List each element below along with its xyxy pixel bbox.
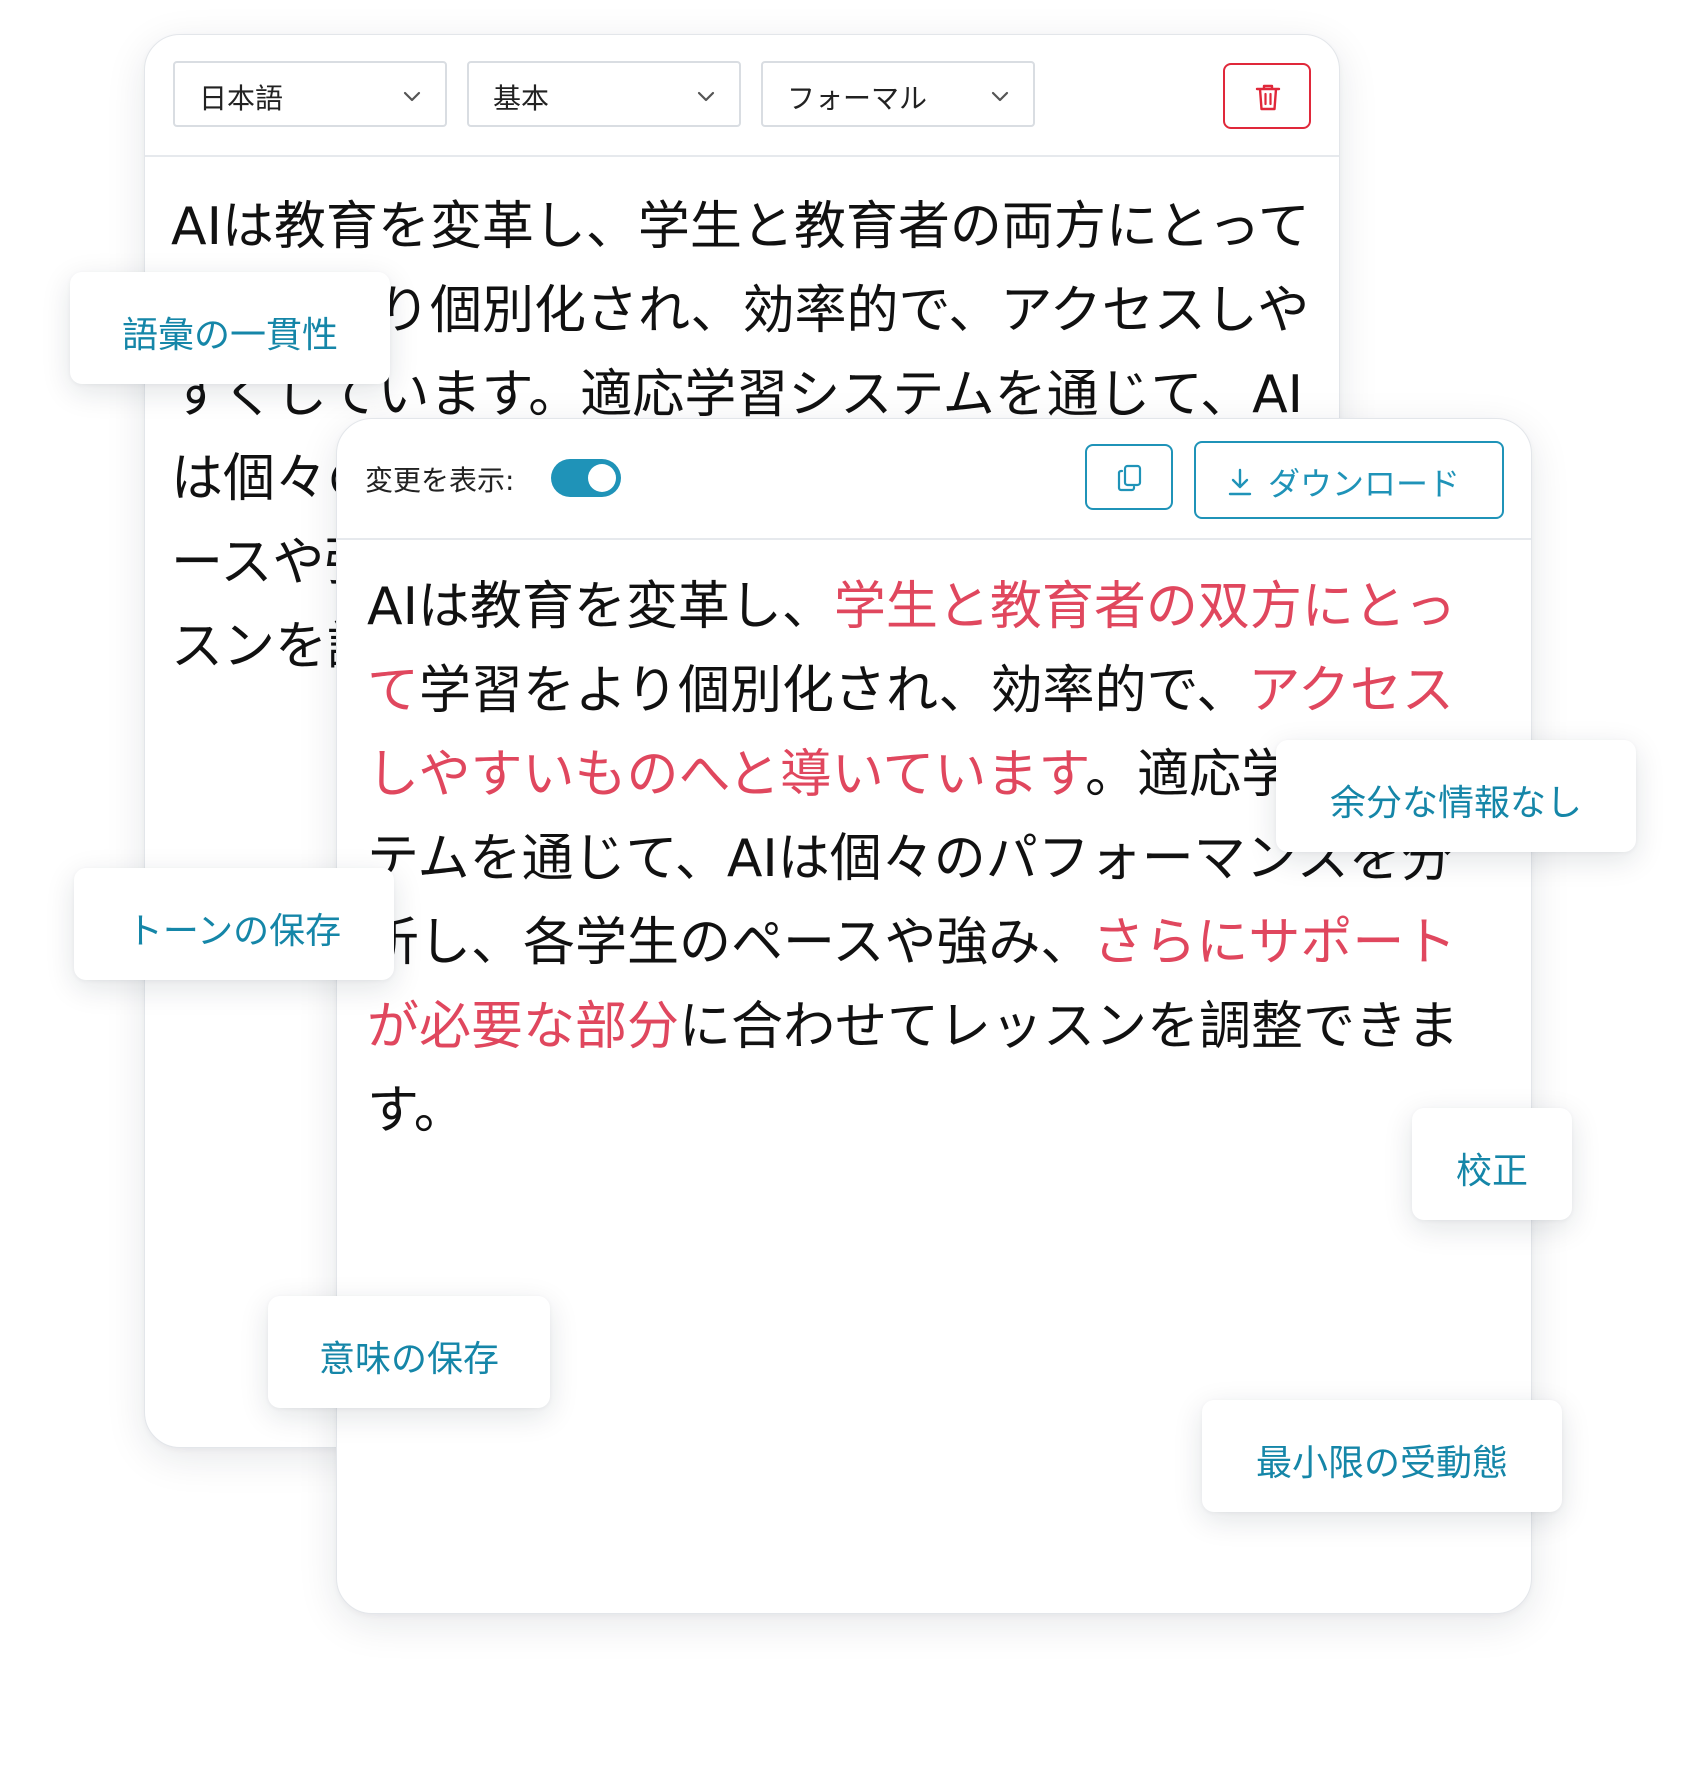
- language-select-value: 日本語: [199, 82, 284, 115]
- feature-chip-label: 最小限の受動態: [1255, 1443, 1508, 1484]
- delete-button[interactable]: [1223, 63, 1311, 129]
- mode-select[interactable]: 基本: [467, 61, 741, 127]
- toggle-knob: [588, 464, 616, 492]
- feature-chip-label: 校正: [1455, 1151, 1528, 1192]
- feature-chip-label: 意味の保存: [318, 1339, 499, 1380]
- result-segment: AIは教育を変革し、: [367, 577, 834, 637]
- feature-chip-passive: 最小限の受動態: [1202, 1400, 1562, 1512]
- chevron-down-icon: [403, 91, 421, 102]
- result-segment: 学習をより個別化され、効率的で、: [419, 661, 1249, 721]
- copy-icon: [1117, 464, 1142, 492]
- copy-button[interactable]: [1085, 444, 1173, 510]
- feature-chip-label: トーンの保存: [126, 911, 342, 952]
- language-select[interactable]: 日本語: [173, 61, 447, 127]
- download-icon: [1228, 468, 1252, 496]
- tone-select[interactable]: フォーマル: [761, 61, 1035, 127]
- show-changes-toggle[interactable]: [551, 459, 621, 497]
- result-toolbar: 変更を表示: ダウンロード: [337, 419, 1531, 540]
- feature-chip-no-extra: 余分な情報なし: [1276, 740, 1636, 852]
- mode-select-value: 基本: [493, 82, 550, 115]
- feature-chip-proofread: 校正: [1412, 1108, 1572, 1220]
- download-button[interactable]: ダウンロード: [1194, 441, 1504, 519]
- source-toolbar: 日本語 基本 フォーマル: [145, 35, 1339, 157]
- feature-chip-label: 余分な情報なし: [1329, 783, 1582, 824]
- show-changes-label: 変更を表示:: [365, 464, 515, 497]
- chevron-down-icon: [697, 91, 715, 102]
- trash-icon: [1255, 84, 1281, 111]
- chevron-down-icon: [991, 91, 1009, 102]
- download-label: ダウンロード: [1268, 465, 1461, 503]
- result-text[interactable]: AIは教育を変革し、学生と教育者の双方にとって学習をより個別化され、効率的で、ア…: [367, 565, 1497, 1153]
- feature-chip-meaning: 意味の保存: [268, 1296, 550, 1408]
- feature-chip-vocabulary: 語彙の一貫性: [70, 272, 390, 384]
- tone-select-value: フォーマル: [787, 82, 928, 115]
- feature-chip-tone: トーンの保存: [74, 868, 394, 980]
- feature-chip-label: 語彙の一貫性: [121, 315, 338, 356]
